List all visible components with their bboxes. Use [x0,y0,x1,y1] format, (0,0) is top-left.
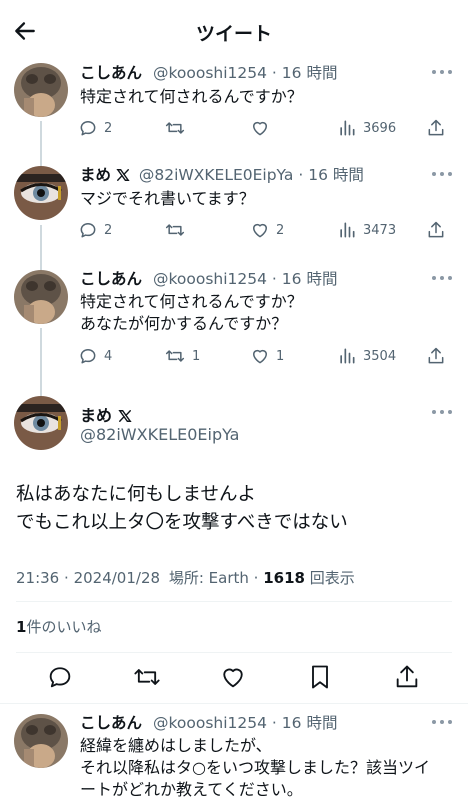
retweet-icon [165,224,185,236]
views-chart-icon [340,120,355,136]
display-name[interactable]: まめ [80,166,111,184]
share-button[interactable] [426,344,446,368]
display-name[interactable]: こしあん [80,270,142,288]
more-options-icon[interactable] [432,276,452,282]
tweet-text: 特定されて何されるんですか？ あなたが何かするんですか？ [80,292,303,333]
handle[interactable]: @82iWXKELE0EipYa [139,166,294,184]
like-button[interactable]: 1 [250,344,284,368]
divider [0,703,468,704]
tweet-meta: まめ @82iWXKELE0EipYa · 16 時間 [80,166,364,184]
bookmark-icon[interactable] [306,663,334,691]
timestamp[interactable]: 16 時間 [282,714,338,732]
reply-button[interactable]: 4 [78,344,112,368]
tweet[interactable]: こしあん @koooshi1254 · 16 時間 経緯を纏めはしましたが、 そ… [0,712,468,800]
heart-icon[interactable] [219,663,247,691]
top-bar: ツイート [0,0,468,62]
view-count: 1618 [263,569,305,587]
handle[interactable]: @82iWXKELE0EipYa [80,425,239,444]
tweet-meta: こしあん @koooshi1254 · 16 時間 [80,64,338,82]
retweet-icon [165,122,185,134]
tweet-meta: こしあん @koooshi1254 · 16 時間 [80,270,338,288]
tweet-text: 経緯を纏めはしましたが、 それ以降私はタ○をいつ攻撃しました？該当ツイ ートがど… [80,736,430,799]
tweet-actions: 2 2 3473 [78,218,452,242]
reply-icon [80,223,96,238]
date[interactable]: 2024/01/28 [74,569,160,587]
share-icon[interactable] [393,663,421,691]
divider [16,652,452,653]
more-options-icon[interactable] [432,720,452,726]
view-label: 回表示 [309,569,355,587]
reply-icon [80,121,96,136]
display-name[interactable]: こしあん [80,714,142,732]
more-options-icon[interactable] [432,70,452,76]
views-chart-icon [340,222,355,238]
views-button[interactable]: 3504 [337,344,396,368]
reply-icon[interactable] [46,663,74,691]
tweet-text: 特定されて何されるんですか？ [80,87,303,106]
retweet-button[interactable] [164,116,192,140]
tweet-actions: 2 3696 [78,116,452,140]
tweet-details: 21:36 · 2024/01/28 場所: Earth · 1618 回表示 [16,569,355,587]
share-icon [428,119,444,136]
heart-icon [253,223,267,238]
tweet[interactable]: こしあん @koooshi1254 · 16 時間 特定されて何されるんですか？… [0,268,468,380]
reply-button[interactable]: 2 [78,116,112,140]
location: 場所: Earth [168,569,249,587]
retweet-button[interactable]: 1 [164,344,200,368]
handle[interactable]: @koooshi1254 [153,270,267,288]
timestamp[interactable]: 16 時間 [282,270,338,288]
share-icon [428,221,444,238]
timestamp[interactable]: 16 時間 [282,64,338,82]
views-button[interactable]: 3473 [337,218,396,242]
views-chart-icon [340,348,355,364]
timestamp[interactable]: 16 時間 [308,166,364,184]
page-title: ツイート [195,23,272,45]
share-button[interactable] [426,218,446,242]
retweet-button[interactable] [164,218,192,242]
tweet[interactable]: こしあん @koooshi1254 · 16 時間 特定されて何されるんですか？… [0,62,468,152]
handle[interactable]: @koooshi1254 [153,714,267,732]
tweet-text: マジでそれ書いてます？ [80,189,255,208]
handle[interactable]: @koooshi1254 [153,64,267,82]
avatar[interactable] [14,270,68,324]
tweet[interactable]: まめ @82iWXKELE0EipYa · 16 時間 マジでそれ書いてます？ … [0,164,468,254]
avatar[interactable] [14,714,68,768]
like-button[interactable] [250,116,276,140]
display-name[interactable]: まめ [80,406,112,425]
divider [16,601,452,602]
reply-icon [80,349,96,364]
heart-icon [253,121,267,136]
more-options-icon[interactable] [432,172,452,178]
main-tweet-actions [0,663,468,691]
retweet-icon[interactable] [133,663,161,691]
avatar[interactable] [14,166,68,220]
avatar[interactable] [14,63,68,117]
tweet-actions: 4 1 1 3504 [78,344,452,368]
x-logo-icon [117,410,132,422]
heart-icon [253,349,267,364]
views-button[interactable]: 3696 [337,116,396,140]
more-options-icon[interactable] [432,410,452,416]
tweet-meta: こしあん @koooshi1254 · 16 時間 [80,714,338,732]
display-name[interactable]: こしあん [80,64,142,82]
share-icon [428,347,444,364]
author-name-row: まめ [80,402,132,426]
like-button[interactable]: 2 [250,218,284,242]
x-logo-icon [116,169,130,181]
retweet-icon [165,350,185,362]
timestamp[interactable]: 21:36 [16,569,59,587]
share-button[interactable] [426,116,446,140]
tweet-text: 私はあなたに何もしませんよ でもこれ以上タ〇を攻撃すべきではない [16,484,348,533]
avatar[interactable] [14,396,68,450]
reply-button[interactable]: 2 [78,218,112,242]
likes-count[interactable]: 1件のいいね [16,616,101,637]
